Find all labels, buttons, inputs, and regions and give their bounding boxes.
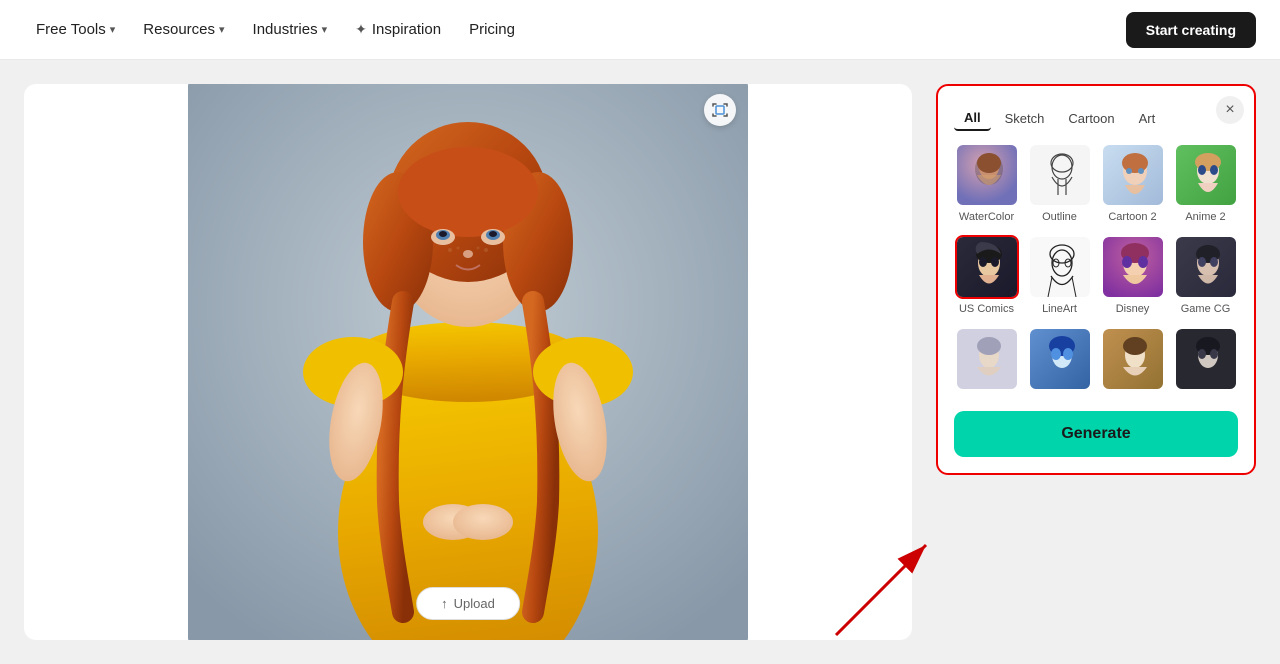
chevron-down-icon: ▾	[322, 23, 328, 36]
style-thumb-r2	[1028, 327, 1092, 391]
style-item-anime2[interactable]: Anime 2	[1173, 143, 1238, 223]
style-item-watercolor[interactable]: WaterColor	[954, 143, 1019, 223]
nav-free-tools[interactable]: Free Tools ▾	[24, 13, 127, 46]
nav-left: Free Tools ▾ Resources ▾ Industries ▾ ✦ …	[24, 13, 527, 46]
style-grid-row1: WaterColor Outline	[954, 143, 1238, 223]
style-grid-row2: US Comics	[954, 235, 1238, 315]
close-button[interactable]: ×	[1216, 96, 1244, 124]
nav-pricing[interactable]: Pricing	[457, 13, 527, 46]
style-label-uscomics: US Comics	[959, 303, 1014, 315]
style-thumb-r3	[1101, 327, 1165, 391]
style-item-gamecg[interactable]: Game CG	[1173, 235, 1238, 315]
chevron-down-icon: ▾	[219, 23, 225, 36]
style-panel: × All Sketch Cartoon Art	[936, 84, 1256, 475]
upload-area[interactable]: ↑ Upload	[416, 587, 520, 620]
style-label-cartoon2: Cartoon 2	[1108, 211, 1156, 223]
style-thumb-disney	[1101, 235, 1165, 299]
upload-icon: ↑	[441, 596, 448, 611]
scan-button[interactable]	[704, 94, 736, 126]
r3-thumbnail	[1103, 329, 1165, 391]
photo-container	[188, 84, 748, 640]
style-label-outline: Outline	[1042, 211, 1077, 223]
tab-sketch[interactable]: Sketch	[995, 107, 1055, 130]
style-item-lineart[interactable]: LineArt	[1027, 235, 1092, 315]
anime2-thumbnail	[1176, 145, 1238, 207]
nav-industries[interactable]: Industries ▾	[241, 13, 340, 46]
gamecg-thumbnail	[1176, 237, 1238, 299]
chevron-down-icon: ▾	[110, 23, 116, 36]
style-thumb-anime2	[1174, 143, 1238, 207]
nav-inspiration[interactable]: ✦ Inspiration	[343, 13, 453, 46]
style-item-r2[interactable]	[1027, 327, 1092, 395]
right-panel-wrapper: × All Sketch Cartoon Art	[936, 84, 1256, 640]
outline-thumbnail	[1030, 145, 1092, 207]
scan-icon	[711, 101, 729, 119]
style-item-disney[interactable]: Disney	[1100, 235, 1165, 315]
tab-all[interactable]: All	[954, 106, 991, 131]
style-label-lineart: LineArt	[1042, 303, 1077, 315]
style-item-cartoon2[interactable]: Cartoon 2	[1100, 143, 1165, 223]
image-panel: ↑ Upload	[24, 84, 912, 640]
style-thumb-watercolor	[955, 143, 1019, 207]
photo-placeholder	[188, 84, 748, 640]
photo-svg	[188, 84, 748, 640]
style-label-watercolor: WaterColor	[959, 211, 1014, 223]
style-tabs: All Sketch Cartoon Art	[954, 106, 1238, 131]
style-thumb-uscomics	[955, 235, 1019, 299]
cartoon2-thumbnail	[1103, 145, 1165, 207]
style-thumb-outline	[1028, 143, 1092, 207]
style-item-uscomics[interactable]: US Comics	[954, 235, 1019, 315]
tab-cartoon[interactable]: Cartoon	[1058, 107, 1124, 130]
watercolor-thumbnail	[957, 145, 1019, 207]
style-thumb-r1	[955, 327, 1019, 391]
start-creating-button[interactable]: Start creating	[1126, 12, 1256, 48]
disney-thumbnail	[1103, 237, 1165, 299]
style-thumb-lineart	[1028, 235, 1092, 299]
uscomics-thumbnail	[957, 237, 1019, 299]
style-thumb-gamecg	[1174, 235, 1238, 299]
lineart-thumbnail	[1030, 237, 1092, 299]
style-label-gamecg: Game CG	[1181, 303, 1231, 315]
tab-art[interactable]: Art	[1129, 107, 1166, 130]
r4-thumbnail	[1176, 329, 1238, 391]
style-grid-row3	[954, 327, 1238, 395]
style-label-anime2: Anime 2	[1185, 211, 1225, 223]
r2-thumbnail	[1030, 329, 1092, 391]
style-label-disney: Disney	[1116, 303, 1150, 315]
style-item-r4[interactable]	[1173, 327, 1238, 395]
nav-resources[interactable]: Resources ▾	[131, 13, 236, 46]
style-item-r1[interactable]	[954, 327, 1019, 395]
main-content: ↑ Upload × All Sketch Cartoon Art	[0, 60, 1280, 664]
generate-button[interactable]: Generate	[954, 411, 1238, 457]
style-item-outline[interactable]: Outline	[1027, 143, 1092, 223]
r1-thumbnail	[957, 329, 1019, 391]
spark-icon: ✦	[355, 21, 367, 38]
navbar: Free Tools ▾ Resources ▾ Industries ▾ ✦ …	[0, 0, 1280, 60]
style-item-r3[interactable]	[1100, 327, 1165, 395]
style-thumb-r4	[1174, 327, 1238, 391]
style-thumb-cartoon2	[1101, 143, 1165, 207]
